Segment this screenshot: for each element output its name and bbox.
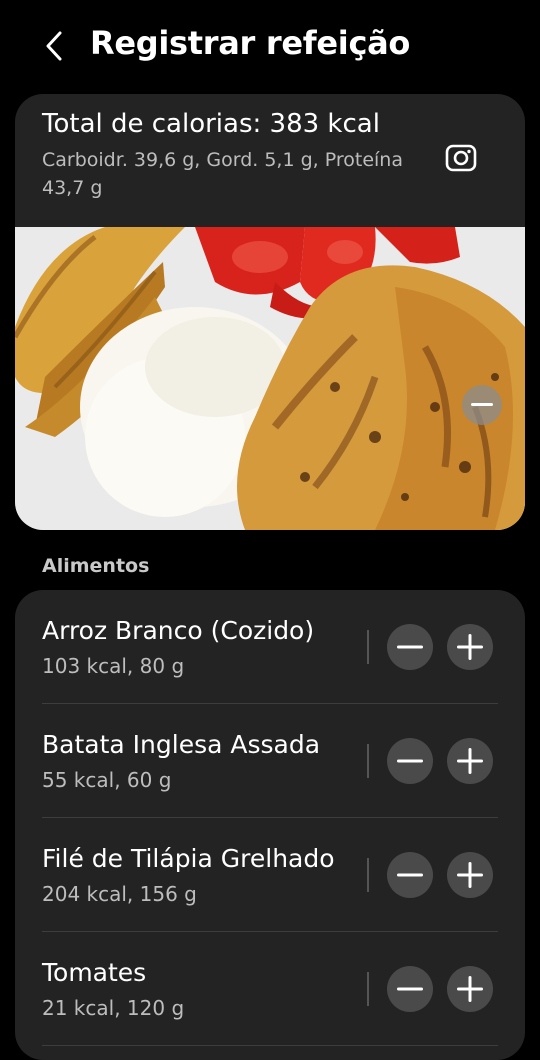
meal-summary-card: Total de calorias: 383 kcal Carboidr. 39… [15, 94, 525, 530]
decrease-button[interactable] [387, 966, 433, 1012]
instagram-icon [445, 144, 477, 172]
foods-list: Arroz Branco (Cozido) 103 kcal, 80 g Bat… [15, 590, 525, 1060]
food-name: Tomates [42, 958, 147, 987]
food-item: Batata Inglesa Assada 55 kcal, 60 g [15, 704, 525, 818]
back-button[interactable] [36, 26, 72, 66]
foods-section-label: Alimentos [42, 555, 150, 577]
food-item: Filé de Tilápia Grelhado 204 kcal, 156 g [15, 818, 525, 932]
food-meta: 103 kcal, 80 g [42, 654, 185, 678]
increase-button[interactable] [447, 852, 493, 898]
divider [367, 858, 369, 892]
divider [367, 744, 369, 778]
increase-button[interactable] [447, 738, 493, 784]
decrease-button[interactable] [387, 738, 433, 784]
food-meta: 204 kcal, 156 g [42, 882, 197, 906]
plus-icon [457, 862, 483, 888]
total-calories: Total de calorias: 383 kcal [42, 109, 380, 139]
remove-photo-button[interactable] [462, 385, 502, 425]
decrease-button[interactable] [387, 852, 433, 898]
food-meta: 55 kcal, 60 g [42, 768, 172, 792]
increase-button[interactable] [447, 624, 493, 670]
minus-icon [397, 645, 423, 649]
food-name: Arroz Branco (Cozido) [42, 616, 315, 645]
minus-icon [397, 873, 423, 877]
increase-button[interactable] [447, 966, 493, 1012]
row-divider [42, 1045, 498, 1046]
app-header: Registrar refeição [0, 0, 540, 94]
food-name: Batata Inglesa Assada [42, 730, 321, 759]
minus-icon [397, 759, 423, 763]
minus-icon [397, 987, 423, 991]
chevron-left-icon [46, 31, 62, 61]
divider [367, 972, 369, 1006]
food-name: Filé de Tilápia Grelhado [42, 844, 335, 873]
plus-icon [457, 634, 483, 660]
instagram-share-button[interactable] [445, 144, 477, 172]
meal-photo [15, 227, 525, 530]
food-item: Tomates 21 kcal, 120 g [15, 932, 525, 1046]
plus-icon [457, 748, 483, 774]
macros-summary: Carboidr. 39,6 g, Gord. 5,1 g, Proteína … [42, 149, 403, 199]
minus-icon [471, 403, 493, 406]
decrease-button[interactable] [387, 624, 433, 670]
divider [367, 630, 369, 664]
food-meta: 21 kcal, 120 g [42, 996, 185, 1020]
food-item: Arroz Branco (Cozido) 103 kcal, 80 g [15, 590, 525, 704]
page-title: Registrar refeição [90, 24, 411, 62]
plus-icon [457, 976, 483, 1002]
